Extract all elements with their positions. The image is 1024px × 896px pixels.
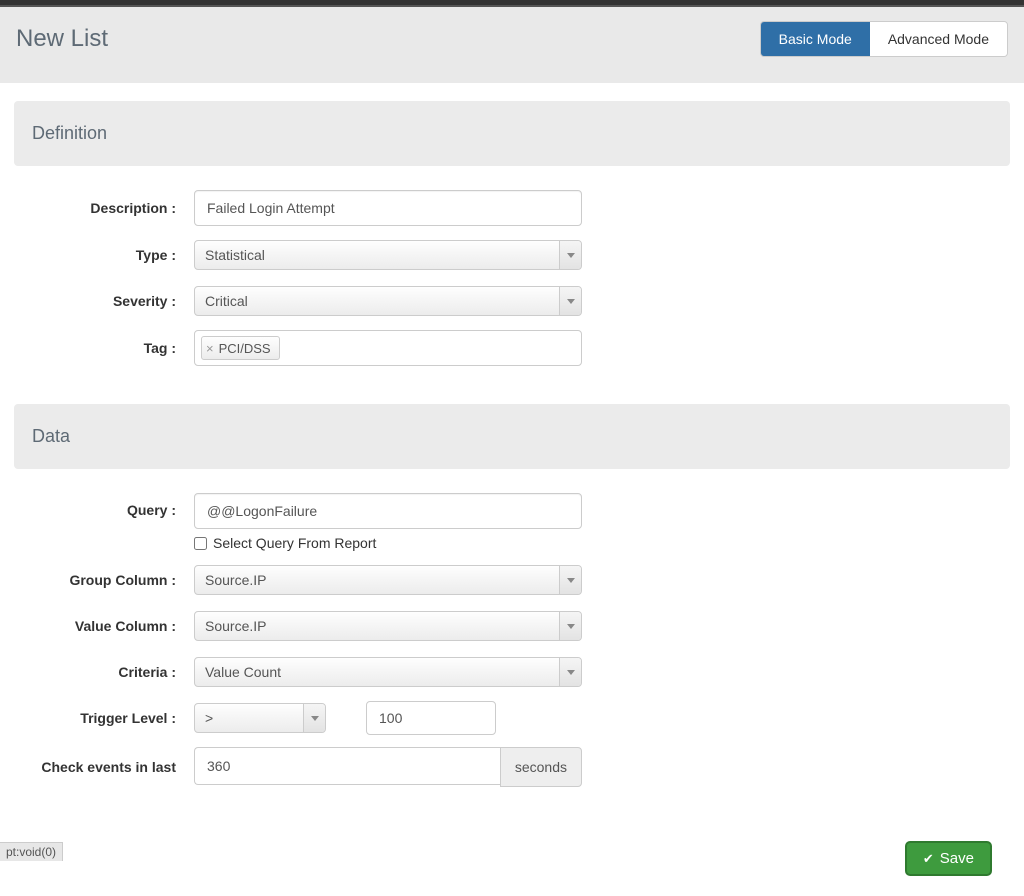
group-column-select[interactable]: Source.IP (194, 565, 582, 595)
content: Definition Description : Type : Statisti… (0, 101, 1024, 896)
save-button-label: Save (940, 850, 974, 867)
severity-label: Severity : (14, 284, 194, 318)
value-column-row: Value Column : Source.IP (14, 609, 1010, 643)
chevron-down-icon (559, 658, 581, 686)
select-from-report-checkbox[interactable] (194, 537, 207, 550)
severity-row: Severity : Critical (14, 284, 1010, 318)
check-events-input[interactable] (194, 747, 500, 785)
description-row: Description : (14, 190, 1010, 226)
severity-select[interactable]: Critical (194, 286, 582, 316)
chevron-down-icon (303, 704, 325, 732)
save-button[interactable]: Save (905, 841, 992, 876)
value-column-value: Source.IP (195, 618, 559, 634)
footer: Save (14, 807, 1010, 896)
chevron-down-icon (559, 566, 581, 594)
trigger-level-row: Trigger Level : > (14, 701, 1010, 735)
check-icon (923, 850, 934, 867)
type-select[interactable]: Statistical (194, 240, 582, 270)
description-input[interactable] (194, 190, 582, 226)
criteria-row: Criteria : Value Count (14, 655, 1010, 689)
tag-remove-icon[interactable]: × (206, 342, 214, 355)
data-heading: Data (14, 404, 1010, 469)
trigger-level-label: Trigger Level : (14, 701, 194, 735)
definition-panel: Definition Description : Type : Statisti… (14, 101, 1010, 386)
trigger-value-input[interactable] (366, 701, 496, 735)
query-input[interactable] (194, 493, 582, 529)
group-column-row: Group Column : Source.IP (14, 563, 1010, 597)
type-label: Type : (14, 238, 194, 272)
chevron-down-icon (559, 287, 581, 315)
page-header: New List Basic Mode Advanced Mode (0, 7, 1024, 83)
tag-label: Tag : (14, 331, 194, 365)
criteria-label: Criteria : (14, 655, 194, 689)
query-label: Query : (14, 493, 194, 527)
description-label: Description : (14, 191, 194, 225)
tag-input[interactable]: × PCI/DSS (194, 330, 582, 366)
type-select-value: Statistical (195, 247, 559, 263)
chevron-down-icon (559, 241, 581, 269)
criteria-value: Value Count (195, 664, 559, 680)
select-from-report-row: Select Query From Report (194, 535, 582, 551)
criteria-select[interactable]: Value Count (194, 657, 582, 687)
trigger-operator-select[interactable]: > (194, 703, 326, 733)
status-bar-text: pt:void(0) (0, 842, 63, 861)
query-row: Query : Select Query From Report (14, 493, 1010, 551)
page-title: New List (16, 25, 108, 53)
select-from-report-label: Select Query From Report (213, 535, 376, 551)
value-column-label: Value Column : (14, 609, 194, 643)
check-events-group: seconds (194, 747, 582, 787)
window-top-bar (0, 0, 1024, 7)
severity-select-value: Critical (195, 293, 559, 309)
tag-chip-label: PCI/DSS (219, 341, 271, 356)
type-row: Type : Statistical (14, 238, 1010, 272)
value-column-select[interactable]: Source.IP (194, 611, 582, 641)
tag-row: Tag : × PCI/DSS (14, 330, 1010, 366)
check-events-row: Check events in last seconds (14, 747, 1010, 787)
group-column-label: Group Column : (14, 563, 194, 597)
trigger-operator-value: > (195, 710, 303, 726)
check-events-label: Check events in last (14, 750, 194, 784)
advanced-mode-button[interactable]: Advanced Mode (870, 22, 1007, 56)
mode-toggle: Basic Mode Advanced Mode (760, 21, 1008, 57)
check-events-unit: seconds (500, 747, 582, 787)
data-panel: Data Query : Select Query From Report Gr… (14, 404, 1010, 807)
chevron-down-icon (559, 612, 581, 640)
group-column-value: Source.IP (195, 572, 559, 588)
definition-heading: Definition (14, 101, 1010, 166)
basic-mode-button[interactable]: Basic Mode (761, 22, 870, 56)
tag-chip: × PCI/DSS (201, 336, 280, 360)
